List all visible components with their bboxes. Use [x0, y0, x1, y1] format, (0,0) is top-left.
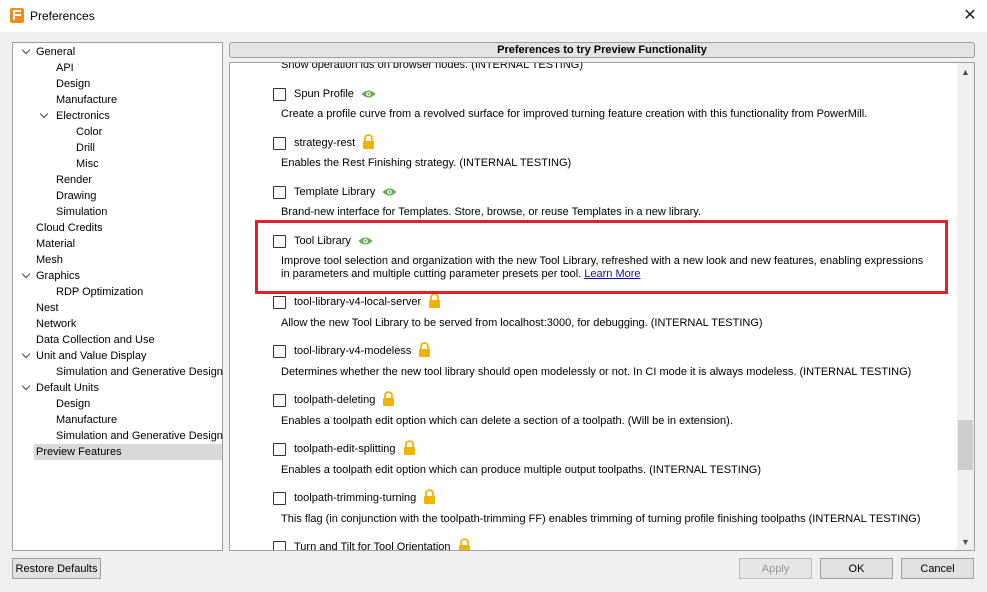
fusion-app-icon [10, 8, 24, 23]
chevron-down-icon[interactable] [21, 271, 31, 281]
feature-row-spun-profile: Spun Profile [273, 86, 376, 102]
feature-checkbox[interactable] [273, 393, 286, 407]
tree-item-units-sim-gen-design[interactable]: Simulation and Generative Design [56, 428, 223, 444]
highlight-box [255, 220, 948, 294]
feature-checkbox[interactable] [273, 344, 286, 358]
tree-item-data-collection[interactable]: Data Collection and Use [36, 332, 155, 348]
feature-checkbox[interactable] [273, 295, 286, 309]
feature-row-tool-library-v4-local-server: tool-library-v4-local-server [273, 292, 441, 310]
feature-description: Enables the Rest Finishing strategy. (IN… [281, 157, 572, 169]
scroll-thumb[interactable] [958, 420, 973, 470]
feature-checkbox[interactable] [273, 540, 286, 550]
chevron-down-icon[interactable] [39, 111, 49, 121]
eye-icon [361, 89, 376, 99]
tree-item-preview-features[interactable]: Preview Features [34, 444, 222, 460]
tree-item-nest[interactable]: Nest [36, 300, 59, 316]
vertical-scrollbar[interactable]: ▲ ▼ [957, 63, 974, 550]
feature-description: Allow the new Tool Library to be served … [281, 317, 763, 329]
lock-icon [403, 439, 416, 455]
lock-icon [423, 488, 436, 504]
tree-item-simulation[interactable]: Simulation [56, 204, 107, 220]
tree-item-rdp-optimization[interactable]: RDP Optimization [56, 284, 143, 300]
lock-icon [418, 341, 431, 357]
feature-row-tool-library-v4-modeless: tool-library-v4-modeless [273, 341, 431, 359]
preview-features-panel: Show operation ids on browser nodes. (IN… [229, 62, 975, 551]
lock-icon [458, 537, 471, 550]
chevron-down-icon[interactable] [21, 383, 31, 393]
lock-icon [382, 390, 395, 406]
feature-row-turn-and-tilt: Turn and Tilt for Tool Orientation [273, 537, 471, 550]
chevron-down-icon[interactable] [21, 351, 31, 361]
feature-description: This flag (in conjunction with the toolp… [281, 513, 921, 525]
feature-row-template-library: Template Library [273, 184, 397, 200]
lock-icon [362, 133, 375, 149]
tree-item-mesh[interactable]: Mesh [36, 252, 63, 268]
tree-item-api[interactable]: API [56, 60, 74, 76]
ok-button[interactable]: OK [820, 558, 893, 579]
tree-item-design[interactable]: Design [56, 76, 90, 92]
feature-description: Enables a toolpath edit option which can… [281, 415, 733, 427]
feature-description: Determines whether the new tool library … [281, 366, 912, 378]
tree-item-sim-gen-design[interactable]: Simulation and Generative Design [56, 364, 223, 380]
feature-description: Create a profile curve from a revolved s… [281, 108, 868, 120]
tree-item-drawing[interactable]: Drawing [56, 188, 96, 204]
feature-checkbox[interactable] [273, 185, 286, 199]
feature-checkbox[interactable] [273, 87, 286, 101]
tree-item-units-manufacture[interactable]: Manufacture [56, 412, 117, 428]
feature-checkbox[interactable] [273, 136, 286, 150]
tree-item-cloud-credits[interactable]: Cloud Credits [36, 220, 103, 236]
preferences-tree: General API Design Manufacture Electroni… [12, 42, 223, 551]
feature-description: Enables a toolpath edit option which can… [281, 464, 761, 476]
apply-button[interactable]: Apply [739, 558, 812, 579]
eye-icon [382, 187, 397, 197]
tree-item-units-design[interactable]: Design [56, 396, 90, 412]
tree-item-material[interactable]: Material [36, 236, 75, 252]
window-title: Preferences [30, 9, 95, 23]
tree-item-color[interactable]: Color [76, 124, 102, 140]
restore-defaults-button[interactable]: Restore Defaults [12, 558, 101, 579]
lock-icon [428, 292, 441, 308]
feature-checkbox[interactable] [273, 442, 286, 456]
tree-item-manufacture[interactable]: Manufacture [56, 92, 117, 108]
tree-item-misc[interactable]: Misc [76, 156, 99, 172]
feature-description: Brand-new interface for Templates. Store… [281, 206, 702, 218]
close-icon[interactable]: ✕ [958, 4, 982, 26]
title-bar: Preferences ✕ [0, 0, 987, 32]
scroll-down-icon[interactable]: ▼ [957, 533, 974, 550]
scroll-up-icon[interactable]: ▲ [957, 63, 974, 80]
feature-checkbox[interactable] [273, 491, 286, 505]
feature-row-strategy-rest: strategy-rest [273, 133, 375, 151]
chevron-down-icon[interactable] [21, 47, 31, 57]
feature-row-toolpath-edit-splitting: toolpath-edit-splitting [273, 439, 416, 457]
tree-item-render[interactable]: Render [56, 172, 92, 188]
feature-row-toolpath-deleting: toolpath-deleting [273, 390, 395, 408]
cancel-button[interactable]: Cancel [901, 558, 974, 579]
panel-header: Preferences to try Preview Functionality [229, 42, 975, 58]
feature-row-toolpath-trimming-turning: toolpath-trimming-turning [273, 488, 436, 506]
feature-description-cut: Show operation ids on browser nodes. (IN… [281, 62, 584, 71]
tree-item-drill[interactable]: Drill [76, 140, 95, 156]
tree-item-network[interactable]: Network [36, 316, 76, 332]
